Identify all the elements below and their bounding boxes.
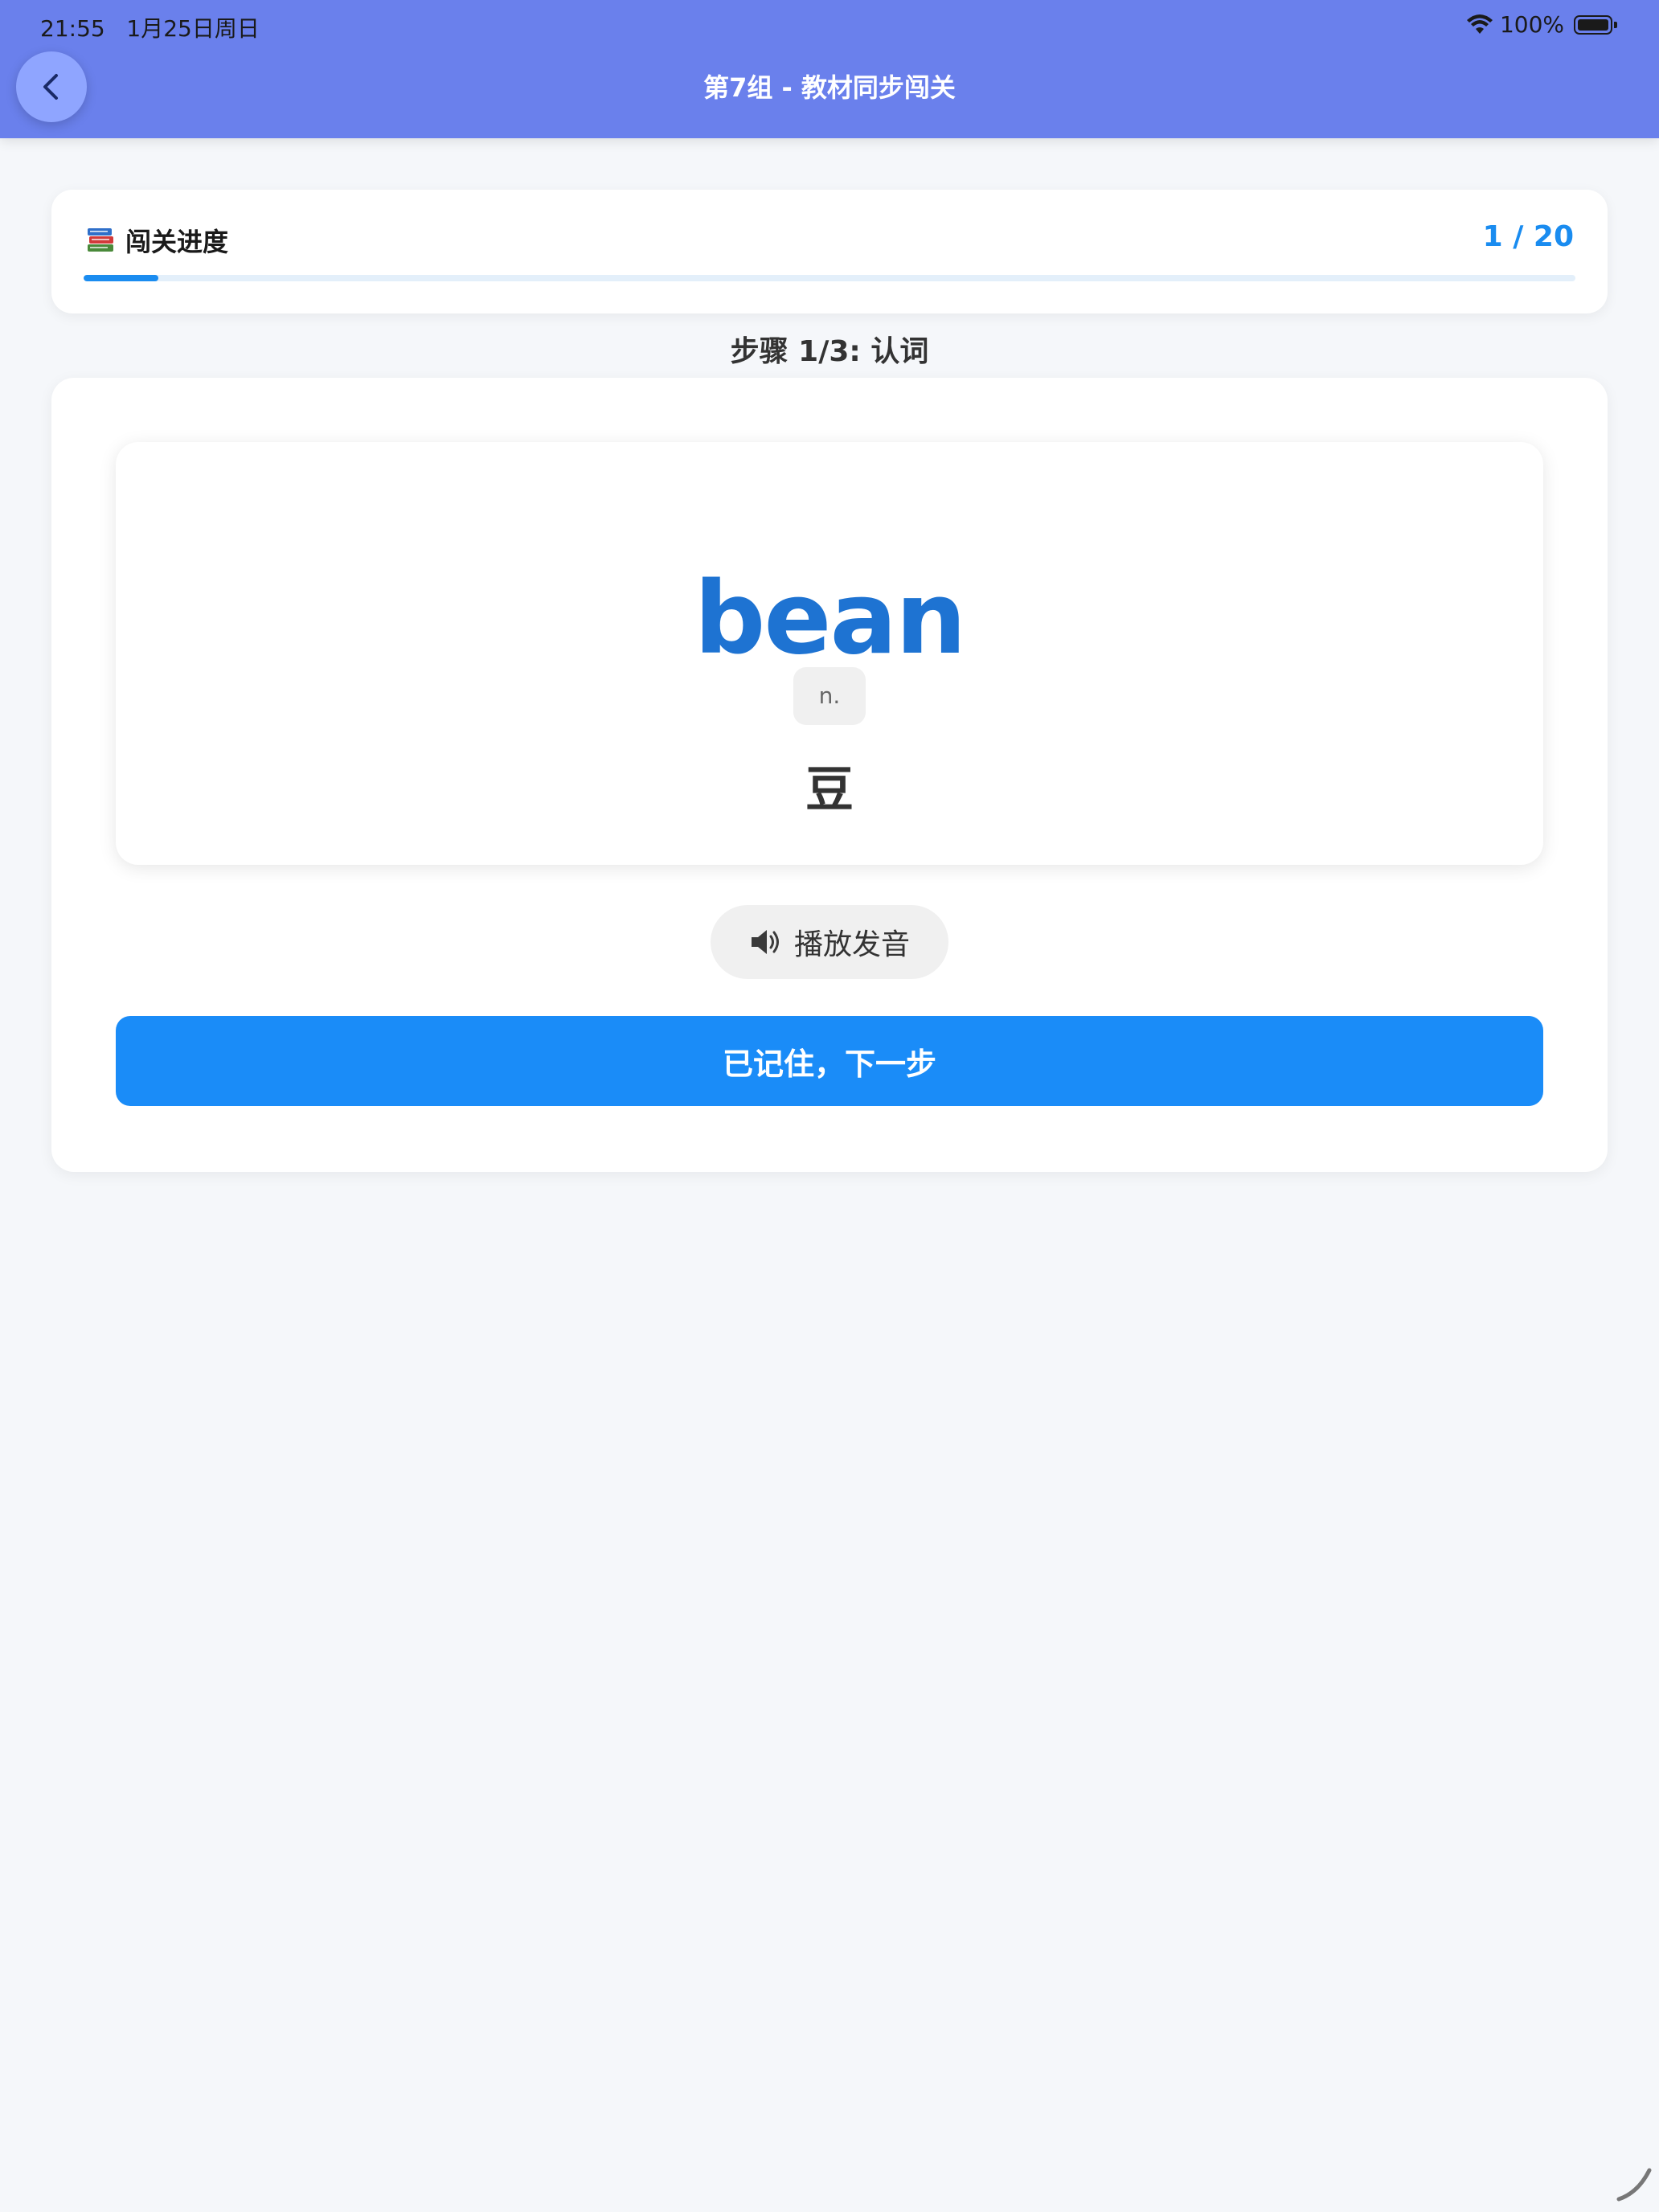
step-title: 步骤 1/3: 认词 [730,335,929,368]
progress-label-row: 闯关进度 [85,222,228,259]
word-card: bean n. 豆 [116,442,1543,865]
battery-percent: 100% [1499,11,1564,38]
wifi-icon [1466,14,1493,34]
next-button-label: 已记住，下一步 [722,1046,936,1082]
progress-bar [84,275,1575,281]
battery-icon [1574,14,1617,35]
app-header: 21:55 1月25日周日 100% 第7组 - 教材同步闯关 [0,0,1659,138]
progress-label: 闯关进度 [125,227,229,257]
play-button-label: 播放发音 [793,928,910,961]
progress-bar-fill [84,275,158,281]
main-card: bean n. 豆 播放发音 已记住，下一步 [51,378,1608,1172]
progress-count: 1 / 20 [1482,220,1574,253]
part-of-speech-badge: n. [793,667,866,725]
status-bar-time: 21:55 1月25日周日 [40,11,260,43]
word-text: bean [694,561,967,677]
status-date: 1月25日周日 [126,15,260,42]
page-title: 第7组 - 教材同步闯关 [703,72,956,103]
progress-card: 闯关进度 1 / 20 [51,190,1608,313]
status-time: 21:55 [40,15,105,42]
status-bar-right: 100% [1466,11,1617,38]
word-meaning: 豆 [805,762,854,818]
books-icon [88,228,113,252]
scroll-indicator-icon [1616,2168,1652,2202]
play-pronunciation-button[interactable]: 播放发音 [711,905,948,979]
remembered-next-button[interactable]: 已记住，下一步 [116,1016,1543,1106]
speaker-icon [751,930,779,954]
